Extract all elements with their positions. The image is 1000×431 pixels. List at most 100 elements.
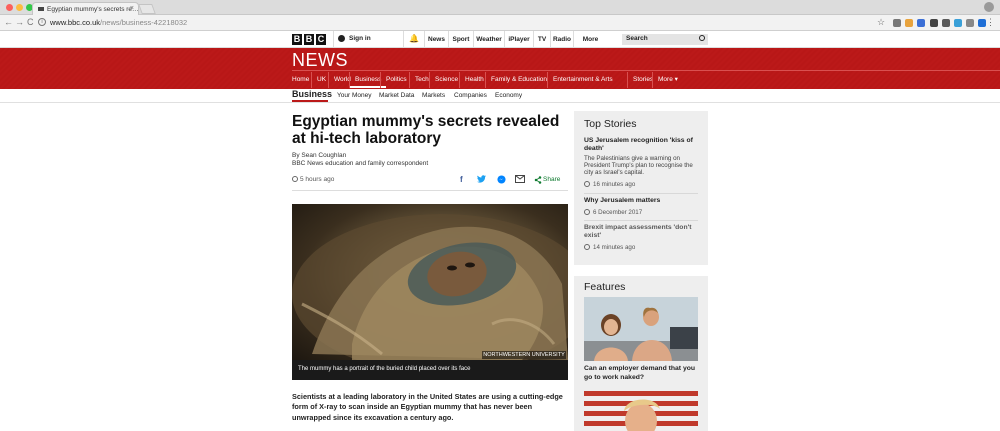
facebook-icon[interactable]: f — [460, 175, 463, 184]
divider — [403, 31, 404, 48]
extension-icon[interactable] — [893, 19, 901, 27]
top-story-item[interactable]: Why Jerusalem matters 6 December 2017 — [584, 197, 698, 217]
article-timestamp: 5 hours ago — [292, 176, 334, 183]
extension-icon[interactable] — [966, 19, 975, 27]
back-icon[interactable]: ← — [4, 17, 13, 28]
search-icon[interactable] — [699, 35, 705, 41]
image-caption: The mummy has a portrait of the buried c… — [292, 360, 568, 380]
email-icon[interactable] — [515, 175, 525, 185]
section-nav-label: Health — [465, 76, 484, 83]
feature-photo[interactable] — [584, 391, 698, 431]
portrait-flag-illustration — [624, 399, 660, 431]
section-nav-family-education[interactable]: Family & Education — [485, 72, 552, 88]
user-icon — [338, 35, 345, 42]
section-nav-label: Politics — [386, 76, 407, 83]
divider — [584, 220, 698, 221]
section-nav-label: UK — [317, 76, 327, 83]
subnav-markets[interactable]: Markets — [422, 92, 445, 99]
section-underline — [292, 100, 328, 102]
topnav-news[interactable]: News — [424, 31, 448, 48]
close-window-button[interactable] — [6, 4, 13, 11]
bookmark-star-icon[interactable]: ☆ — [877, 17, 885, 28]
story-title[interactable]: Why Jerusalem matters — [584, 197, 698, 205]
subnav-your-money[interactable]: Your Money — [337, 92, 371, 99]
extension-icon[interactable] — [954, 19, 962, 27]
bbc-logo-letter[interactable]: C — [316, 34, 326, 45]
image-credit: NORTHWESTERN UNIVERSITY — [482, 351, 566, 359]
share-icon[interactable] — [534, 176, 542, 186]
twitter-icon[interactable] — [477, 175, 486, 185]
section-nav-entertainment-arts[interactable]: Entertainment & Arts — [547, 72, 618, 88]
author-name: By Sean Coughlan — [292, 152, 347, 159]
subnav-section-title[interactable]: Business — [292, 89, 332, 99]
notifications-bell-icon[interactable]: 🔔 — [409, 34, 419, 43]
story-title[interactable]: Brexit impact assessments 'don't exist' — [584, 224, 698, 240]
author-role: BBC News education and family correspond… — [292, 160, 429, 167]
timestamp-text: 5 hours ago — [300, 176, 335, 183]
subnav-economy[interactable]: Economy — [495, 92, 522, 99]
section-nav-label: Business — [355, 76, 382, 83]
search-placeholder: Search — [626, 35, 648, 42]
site-info-icon[interactable]: i — [38, 18, 46, 26]
topnav-more[interactable]: More — [573, 31, 607, 48]
bbc-logo-letter[interactable]: B — [304, 34, 314, 45]
minimize-window-button[interactable] — [16, 4, 23, 11]
top-story-item[interactable]: Brexit impact assessments 'don't exist' … — [584, 224, 698, 252]
sign-in-link[interactable]: Sign in — [349, 35, 371, 42]
feature-title[interactable]: Can an employer demand that you go to wo… — [584, 364, 698, 382]
story-summary: The Palestinians give a warning on Presi… — [584, 155, 693, 177]
messenger-icon[interactable] — [497, 175, 506, 186]
office-people-illustration — [584, 297, 698, 361]
extension-icon[interactable] — [941, 19, 950, 27]
clock-icon — [584, 180, 590, 187]
extension-icon[interactable] — [905, 19, 914, 27]
section-nav-label: Science — [435, 76, 459, 83]
url-path: /news/business-42218032 — [100, 18, 188, 27]
section-nav-label: Stories — [633, 76, 654, 83]
feature-photo[interactable] — [584, 297, 698, 361]
topnav-weather[interactable]: Weather — [473, 31, 504, 48]
section-nav-politics[interactable]: Politics — [380, 72, 412, 88]
profile-avatar-icon[interactable] — [984, 2, 994, 12]
address-bar[interactable]: i www.bbc.co.uk/news/business-42218032 — [38, 16, 904, 29]
url-host: www.bbc.co.uk — [50, 18, 101, 27]
share-button[interactable]: Share — [543, 176, 560, 183]
clock-icon — [292, 176, 298, 182]
search-input[interactable]: Search — [622, 34, 708, 45]
bbc-logo-letter[interactable]: B — [292, 34, 302, 45]
top-stories-heading: Top Stories — [584, 118, 637, 130]
clock-icon — [584, 209, 590, 215]
browser-tab[interactable]: Egyptian mummy's secrets re… × — [32, 2, 139, 15]
bbc-favicon-icon — [38, 7, 44, 11]
mummy-illustration — [292, 214, 568, 360]
extension-icon[interactable] — [917, 19, 926, 27]
browser-toolbar: ← → C i www.bbc.co.uk/news/business-4221… — [0, 15, 1000, 31]
browser-menu-icon[interactable]: ⋮ — [986, 17, 995, 28]
reload-icon[interactable]: C — [27, 17, 34, 28]
section-nav-science[interactable]: Science — [429, 72, 463, 88]
subnav-companies[interactable]: Companies — [454, 92, 487, 99]
topnav-radio[interactable]: Radio — [550, 31, 573, 48]
topnav-sport[interactable]: Sport — [448, 31, 473, 48]
story-title[interactable]: US Jerusalem recognition 'kiss of death' — [584, 137, 698, 153]
section-nav-label: Tech — [415, 76, 429, 83]
topnav-iplayer[interactable]: iPlayer — [504, 31, 533, 48]
header-rule — [292, 70, 1000, 71]
top-story-item[interactable]: US Jerusalem recognition 'kiss of death'… — [584, 137, 698, 189]
divider — [333, 31, 334, 48]
section-nav-label: More ▾ — [658, 76, 678, 83]
article-title: Egyptian mummy's secrets revealed at hi-… — [292, 113, 560, 147]
tab-close-icon[interactable]: × — [130, 5, 134, 12]
forward-icon[interactable]: → — [15, 17, 24, 28]
divider — [584, 193, 698, 194]
story-time: 6 December 2017 — [593, 209, 643, 216]
article-lede: Scientists at a leading laboratory in th… — [292, 392, 563, 422]
story-time: 14 minutes ago — [593, 244, 636, 251]
topnav-tv[interactable]: TV — [533, 31, 550, 48]
story-time: 16 minutes ago — [593, 180, 636, 188]
section-nav-more[interactable]: More ▾ — [652, 72, 683, 88]
news-brand-logo[interactable]: NEWS — [292, 50, 348, 71]
tab-title: Egyptian mummy's secrets re… — [47, 6, 139, 13]
subnav-market-data[interactable]: Market Data — [379, 92, 414, 99]
extension-icon[interactable] — [929, 19, 938, 27]
